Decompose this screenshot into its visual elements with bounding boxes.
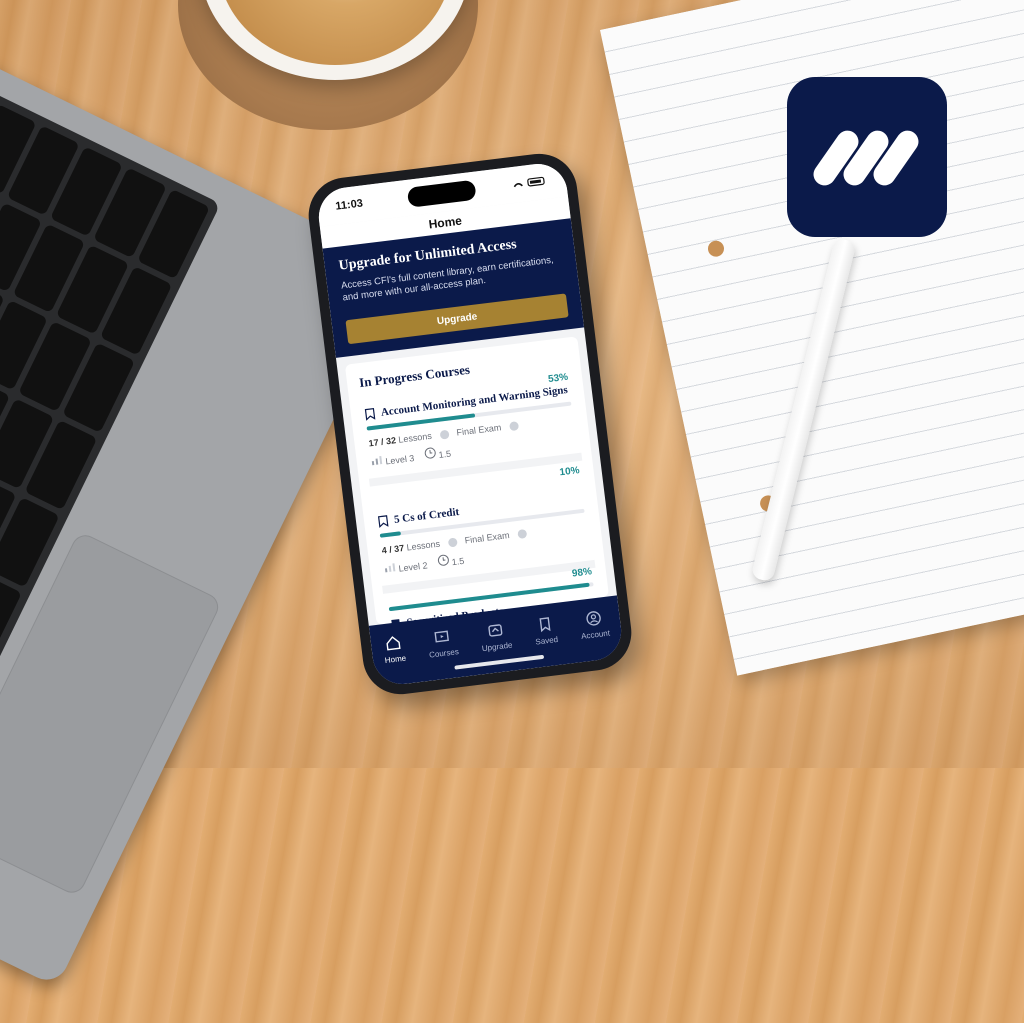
bookmark-icon[interactable] <box>377 515 389 528</box>
level-label: Level 2 <box>398 560 429 574</box>
bookmark-icon[interactable] <box>364 407 376 421</box>
duration-group: 1.5 <box>436 552 465 569</box>
tab-home[interactable]: Home <box>382 633 407 665</box>
app-logo <box>787 77 947 237</box>
clock-icon <box>424 447 436 459</box>
tab-label: Upgrade <box>481 640 513 653</box>
upgrade-button[interactable]: Upgrade <box>345 293 569 345</box>
keyboard-key <box>0 496 60 588</box>
level-icon <box>371 456 383 466</box>
level-icon <box>384 563 396 573</box>
home-icon <box>386 635 401 650</box>
home-indicator <box>454 654 545 670</box>
course-title: 5 Cs of Credit <box>393 506 460 526</box>
duration-label: 1.5 <box>438 448 452 461</box>
courses-icon <box>434 630 450 642</box>
check-icon <box>439 429 450 440</box>
lessons-count: 17 / 32 Lessons <box>368 431 432 449</box>
lessons-done: 17 / 32 <box>368 435 397 449</box>
course-percent: 98% <box>571 566 593 580</box>
duration-label: 1.5 <box>451 555 465 568</box>
course-card[interactable]: 53% Account Monitoring and Warning Signs… <box>359 372 583 487</box>
check-icon <box>516 528 527 539</box>
final-exam-label: Final Exam <box>464 530 511 546</box>
check-icon <box>508 420 519 431</box>
level-label: Level 3 <box>384 453 415 467</box>
duration-group: 1.5 <box>423 445 452 462</box>
keyboard-key <box>0 573 23 665</box>
account-icon <box>586 610 601 626</box>
lessons-label: Lessons <box>406 538 441 553</box>
tab-label: Account <box>580 628 611 641</box>
in-progress-section: In Progress Courses 53% Account Monitori… <box>344 336 610 630</box>
tab-upgrade[interactable]: Upgrade <box>479 620 513 653</box>
upgrade-icon <box>488 623 503 637</box>
status-time: 11:03 <box>334 197 364 213</box>
lessons-count: 4 / 37 Lessons <box>381 539 440 556</box>
progress-fill <box>379 531 401 538</box>
tab-account[interactable]: Account <box>578 608 611 641</box>
bookmark-icon <box>539 616 551 632</box>
wifi-battery-icon <box>513 176 545 187</box>
logo-mark-icon <box>813 130 919 186</box>
tab-label: Courses <box>428 646 460 660</box>
lessons-label: Lessons <box>397 430 433 445</box>
wifi-battery-icons <box>511 174 548 191</box>
notebook-hole <box>706 239 726 259</box>
lessons-done: 4 / 37 <box>381 542 405 556</box>
clock-icon <box>437 554 449 566</box>
tab-courses[interactable]: Courses <box>426 627 459 659</box>
check-icon <box>447 537 458 548</box>
course-percent: 10% <box>558 465 581 479</box>
level-group: Level 2 <box>383 556 428 575</box>
level-group: Level 3 <box>370 449 415 468</box>
final-exam-label: Final Exam <box>455 422 502 438</box>
tab-label: Home <box>384 653 407 665</box>
tab-saved[interactable]: Saved <box>532 615 559 647</box>
tab-label: Saved <box>534 634 559 647</box>
